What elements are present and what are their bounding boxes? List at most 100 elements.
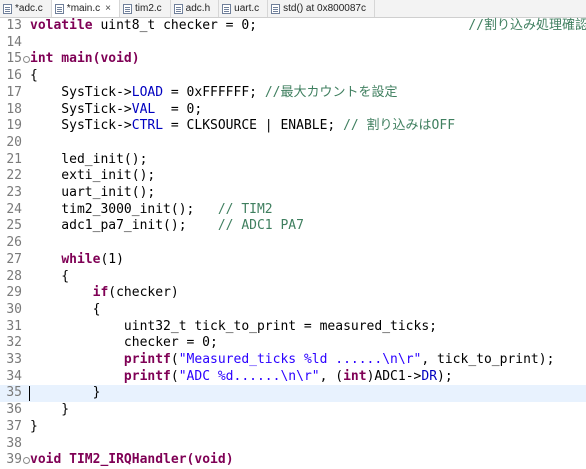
line-number: 35 — [6, 385, 22, 401]
c-file-icon — [222, 3, 232, 14]
disassembly-icon — [271, 3, 281, 14]
code-line: 20 — [0, 135, 586, 152]
tab-uart-c[interactable]: uart.c — [219, 0, 269, 17]
code-line: 13 volatile uint8_t checker = 0; //割り込み処… — [0, 18, 586, 35]
keyword: volatile — [30, 18, 93, 33]
line-number: 25 — [6, 218, 22, 234]
code-line: 31 uint32_t tick_to_print = measured_tic… — [0, 319, 586, 336]
code-line: 38 — [0, 436, 586, 453]
line-number: 34 — [6, 368, 22, 384]
code-token: ( — [170, 352, 179, 367]
line-number: 38 — [6, 435, 22, 451]
code-text: int main(void) — [30, 51, 140, 68]
code-line: 30 { — [0, 302, 586, 319]
code-line: 14 — [0, 35, 586, 52]
string-literal: "Measured_ticks %ld ......\n\r" — [178, 352, 422, 367]
comment: // ADC1 PA7 — [217, 218, 304, 234]
code-text: SysTick->CTRL = CLKSOURCE | ENABLE; // 割… — [30, 118, 455, 135]
tab-disassembly[interactable]: std() at 0x800087c — [268, 0, 375, 17]
keyword: void — [30, 452, 62, 468]
tab-main-c[interactable]: *main.c × — [51, 0, 120, 17]
line-number: 29 — [6, 285, 22, 301]
header-file-icon — [173, 3, 183, 14]
tab-label: adc.h — [185, 3, 211, 14]
comment: //最大カウントを設定 — [264, 84, 398, 100]
close-icon[interactable]: × — [105, 3, 111, 14]
code-text: if(checker) — [30, 285, 179, 302]
code-text: led_init(); — [30, 151, 148, 167]
line-number: 14 — [6, 34, 22, 50]
tab-tim2-c[interactable]: tim2.c — [120, 0, 171, 17]
fold-toggle-icon[interactable] — [23, 457, 30, 465]
code-token: (1) — [100, 251, 124, 267]
code-token: tim2_3000_init(); — [30, 201, 218, 217]
line-number: 21 — [6, 151, 22, 167]
code-token: = CLKSOURCE | ENABLE; — [163, 118, 344, 134]
line-number: 18 — [6, 101, 22, 117]
field: LOAD — [131, 84, 164, 100]
line-number: 32 — [6, 335, 22, 351]
keyword: int — [30, 51, 54, 67]
code-text: exti_init(); — [30, 168, 156, 184]
line-number: 39 — [6, 452, 22, 468]
code-line: 15 int main(void) — [0, 51, 586, 68]
code-token: uint8_t checker = 0; — [92, 18, 257, 33]
line-number: 36 — [6, 402, 22, 418]
c-file-icon — [3, 3, 12, 14]
code-token: ) — [131, 51, 140, 67]
code-token: (checker) — [108, 285, 179, 301]
code-text: } — [30, 402, 70, 418]
code-text: uart_init(); — [30, 185, 156, 200]
string-literal: "ADC %d......\n\r" — [178, 368, 320, 384]
comment: //割り込み処理確認 — [257, 18, 586, 33]
fold-toggle-icon[interactable] — [23, 56, 30, 64]
field: DR — [421, 368, 438, 384]
code-token: adc1_pa7_init(); — [30, 218, 218, 234]
line-number: 27 — [6, 251, 22, 267]
field: CTRL — [131, 118, 164, 134]
function-name: main( — [53, 51, 101, 67]
tab-label: tim2.c — [135, 3, 162, 14]
code-token: ); — [437, 368, 453, 384]
code-line: 39 void TIM2_IRQHandler(void) — [0, 452, 586, 469]
current-line: 35 } — [0, 385, 586, 403]
code-line: 29 if(checker) — [0, 285, 586, 302]
code-text: { — [30, 268, 70, 284]
code-line: 22 exti_init(); — [0, 168, 586, 185]
tab-label: *adc.c — [15, 3, 43, 14]
code-line: 28 { — [0, 269, 586, 286]
keyword: int — [343, 368, 367, 384]
code-text: void TIM2_IRQHandler(void) — [30, 452, 234, 469]
tab-adc-c[interactable]: *adc.c — [0, 0, 52, 17]
code-token: SysTick-> — [30, 101, 132, 117]
code-line: 23 uart_init(); — [0, 185, 586, 202]
line-number: 31 — [6, 318, 22, 334]
tab-adc-h[interactable]: adc.h — [171, 0, 220, 17]
code-text: while(1) — [30, 252, 124, 269]
editor-tab-bar: *adc.c *main.c × tim2.c adc.h uart.c std… — [0, 0, 586, 18]
keyword: while — [61, 251, 101, 267]
code-line: 36 } — [0, 402, 586, 419]
line-number: 24 — [6, 201, 22, 217]
line-number: 20 — [6, 134, 22, 150]
field: VAL — [131, 101, 156, 117]
code-token: = 0; — [155, 101, 203, 117]
code-text: { — [30, 68, 38, 84]
line-number: 30 — [6, 301, 22, 317]
code-line: 33 printf("Measured_ticks %ld ......\n\r… — [0, 352, 586, 369]
line-number: 22 — [6, 168, 22, 184]
code-line: 34 printf("ADC %d......\n\r", (int)ADC1-… — [0, 369, 586, 386]
code-text: tim2_3000_init(); // TIM2 — [30, 201, 272, 219]
tab-label: *main.c — [66, 3, 101, 14]
keyword: printf — [123, 352, 171, 367]
code-token: , ( — [319, 368, 344, 384]
c-file-icon — [123, 3, 132, 14]
code-token: ( — [170, 368, 179, 384]
code-text: printf("ADC %d......\n\r", (int)ADC1->DR… — [30, 369, 453, 386]
keyword: void — [100, 51, 132, 67]
code-editor[interactable]: 13 volatile uint8_t checker = 0; //割り込み処… — [0, 18, 586, 467]
line-number: 17 — [6, 84, 22, 100]
